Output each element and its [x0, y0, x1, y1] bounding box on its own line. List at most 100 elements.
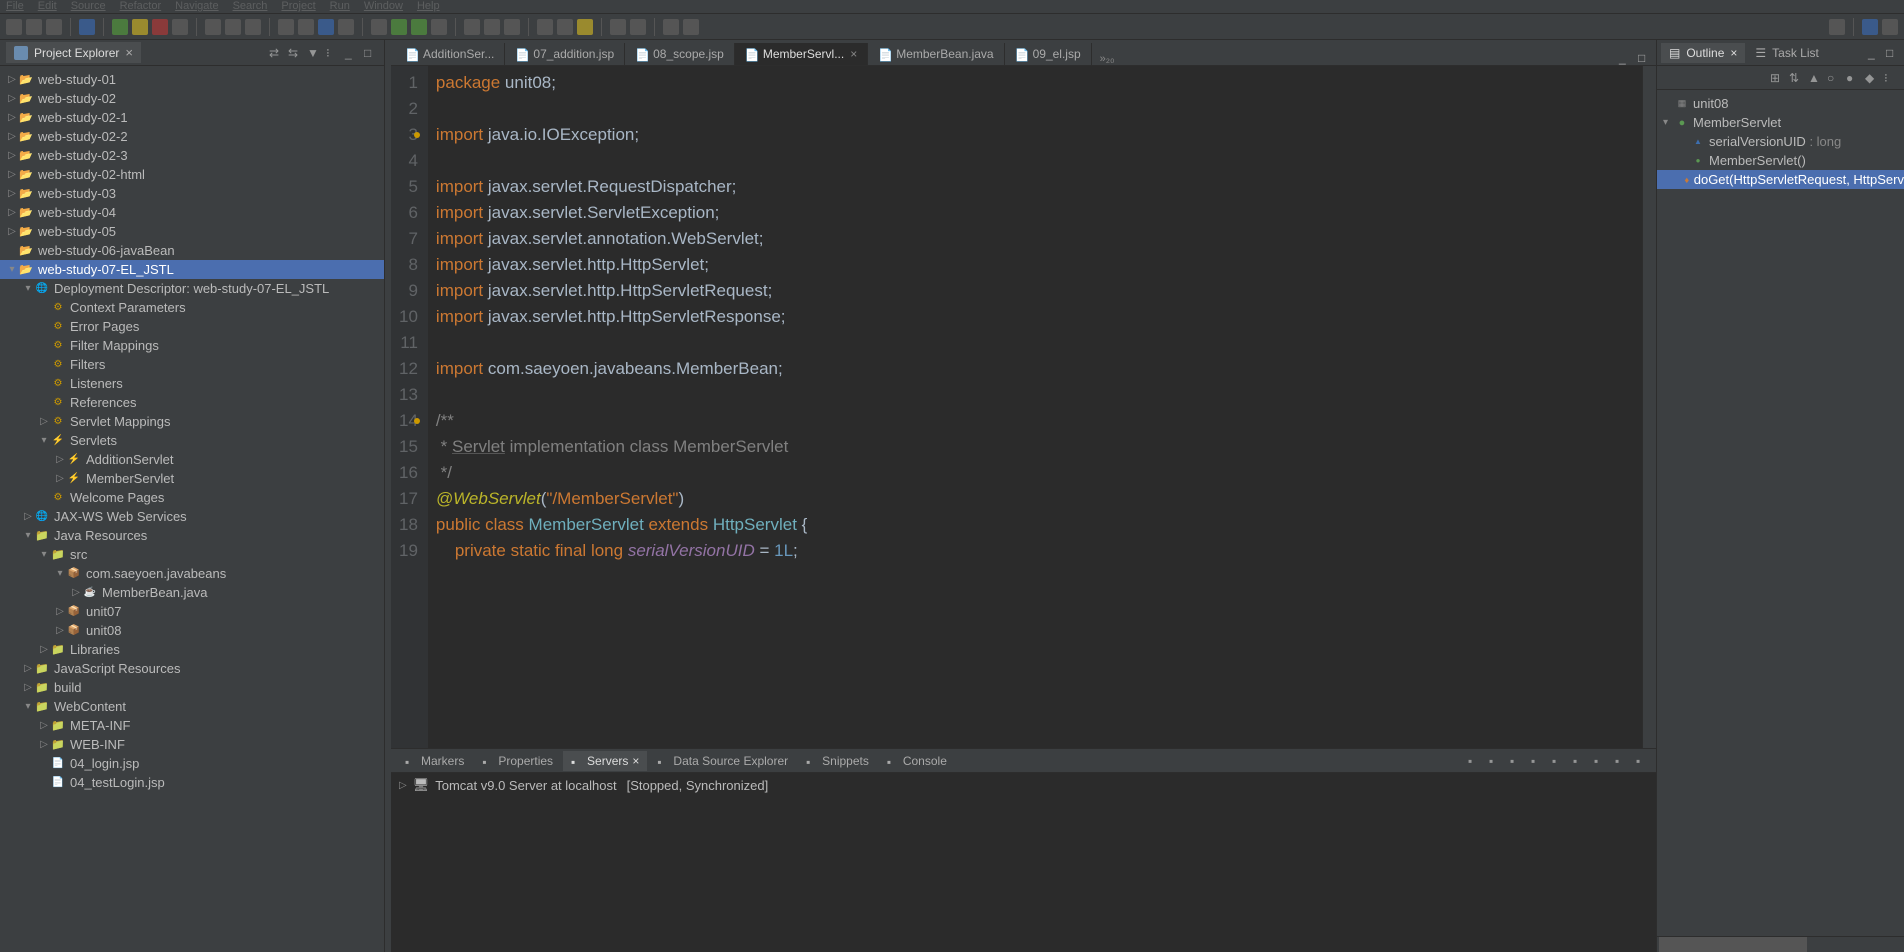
- collapse-all-icon[interactable]: ⇄: [269, 46, 283, 60]
- menu-edit[interactable]: Edit: [38, 0, 57, 13]
- stop-icon[interactable]: [152, 19, 168, 35]
- expand-icon[interactable]: ▷: [70, 587, 82, 598]
- view-menu-icon[interactable]: ⁝: [1884, 71, 1898, 85]
- minimize-icon[interactable]: _: [345, 46, 359, 60]
- menu-run[interactable]: Run: [330, 0, 350, 13]
- expand-icon[interactable]: ▾: [22, 530, 34, 541]
- expand-icon[interactable]: ▾: [22, 283, 34, 294]
- tree-item[interactable]: ▷web-study-02-1: [0, 108, 384, 127]
- debug-icon[interactable]: ▪: [1531, 754, 1545, 768]
- expand-icon[interactable]: ▷: [54, 606, 66, 617]
- outline-tree[interactable]: unit08▾MemberServletserialVersionUID : l…: [1657, 90, 1904, 936]
- menu-navigate[interactable]: Navigate: [175, 0, 218, 13]
- tree-item[interactable]: ▷JAX-WS Web Services: [0, 507, 384, 526]
- code-line[interactable]: package unit08;: [436, 70, 1634, 96]
- hide-static-icon[interactable]: ○: [1827, 71, 1841, 85]
- hide-fields-icon[interactable]: ▲: [1808, 71, 1822, 85]
- new-package-icon[interactable]: [464, 19, 480, 35]
- tool-icon[interactable]: [577, 19, 593, 35]
- outline-hscrollbar[interactable]: [1657, 936, 1904, 952]
- outline-item[interactable]: doGet(HttpServletRequest, HttpServ: [1657, 170, 1904, 189]
- code-line[interactable]: [436, 330, 1634, 356]
- tree-item[interactable]: ▷META-INF: [0, 716, 384, 735]
- expand-icon[interactable]: ▷: [6, 150, 18, 161]
- code-line[interactable]: @WebServlet("/MemberServlet"): [436, 486, 1634, 512]
- menu-source[interactable]: Source: [71, 0, 106, 13]
- bookmark-icon[interactable]: [630, 19, 646, 35]
- project-explorer-tab[interactable]: Project Explorer ×: [6, 42, 141, 63]
- save-all-icon[interactable]: [46, 19, 62, 35]
- editor-tab[interactable]: 📄MemberBean.java: [868, 43, 1004, 65]
- expand-icon[interactable]: ▷: [38, 720, 50, 731]
- tree-item[interactable]: ▷unit08: [0, 621, 384, 640]
- fold-marker-icon[interactable]: [414, 418, 420, 424]
- tree-item[interactable]: ▷JavaScript Resources: [0, 659, 384, 678]
- tree-item[interactable]: ▾Servlets: [0, 431, 384, 450]
- coverage-icon[interactable]: [431, 19, 447, 35]
- server-entry[interactable]: ▷ 🖥 Tomcat v9.0 Server at localhost [Sto…: [399, 777, 1648, 793]
- menu-file[interactable]: File: [6, 0, 24, 13]
- minimize-icon[interactable]: ▪: [1615, 754, 1629, 768]
- tree-item[interactable]: ▾src: [0, 545, 384, 564]
- code-line[interactable]: import java.io.IOException;: [436, 122, 1634, 148]
- bottom-tab-data-source-explorer[interactable]: ▪Data Source Explorer: [649, 751, 796, 771]
- overview-ruler[interactable]: [1642, 66, 1656, 748]
- expand-icon[interactable]: ▷: [54, 454, 66, 465]
- close-icon[interactable]: ×: [632, 754, 639, 768]
- tree-item[interactable]: ▷web-study-03: [0, 184, 384, 203]
- run-config-icon[interactable]: [391, 19, 407, 35]
- expand-icon[interactable]: ▾: [6, 264, 18, 275]
- step-out-icon[interactable]: [245, 19, 261, 35]
- tasklist-tab[interactable]: ☰ Task List: [1747, 43, 1826, 63]
- expand-icon[interactable]: ▷: [6, 169, 18, 180]
- project-tree[interactable]: ▷web-study-01▷web-study-02▷web-study-02-…: [0, 66, 384, 952]
- code-line[interactable]: private static final long serialVersionU…: [436, 538, 1634, 564]
- code-line[interactable]: /**: [436, 408, 1634, 434]
- new-icon[interactable]: [6, 19, 22, 35]
- code-line[interactable]: import javax.servlet.RequestDispatcher;: [436, 174, 1634, 200]
- expand-icon[interactable]: ▷: [54, 625, 66, 636]
- editor-body[interactable]: 12345678910111213141516171819 package un…: [391, 66, 1656, 748]
- minimize-icon[interactable]: _: [1868, 46, 1882, 60]
- menu-search[interactable]: Search: [233, 0, 268, 13]
- tree-item[interactable]: ▾com.saeyoen.javabeans: [0, 564, 384, 583]
- menu-project[interactable]: Project: [281, 0, 315, 13]
- expand-icon[interactable]: ▷: [6, 207, 18, 218]
- code-line[interactable]: import javax.servlet.http.HttpServlet;: [436, 252, 1634, 278]
- search-icon[interactable]: [557, 19, 573, 35]
- menu-window[interactable]: Window: [364, 0, 403, 13]
- tree-item[interactable]: ▷WEB-INF: [0, 735, 384, 754]
- expand-icon[interactable]: ▷: [399, 780, 407, 791]
- tree-item[interactable]: ▾web-study-07-EL_JSTL: [0, 260, 384, 279]
- save-icon[interactable]: [26, 19, 42, 35]
- tree-item[interactable]: ▷Servlet Mappings: [0, 412, 384, 431]
- more-tabs[interactable]: »₂₀: [1100, 53, 1115, 65]
- expand-icon[interactable]: ▷: [22, 682, 34, 693]
- editor-tab[interactable]: 📄AdditionSer...: [395, 43, 505, 65]
- build-icon[interactable]: [278, 19, 294, 35]
- outline-item[interactable]: unit08: [1657, 94, 1904, 113]
- bottom-tab-snippets[interactable]: ▪Snippets: [798, 751, 877, 771]
- filter-icon[interactable]: ▼: [307, 46, 321, 60]
- tree-item[interactable]: 04_testLogin.jsp: [0, 773, 384, 792]
- expand-icon[interactable]: ▷: [6, 93, 18, 104]
- expand-icon[interactable]: ▾: [54, 568, 66, 579]
- code-line[interactable]: import javax.servlet.http.HttpServletRes…: [436, 304, 1634, 330]
- expand-icon[interactable]: ▷: [6, 226, 18, 237]
- sort-icon[interactable]: ⇅: [1789, 71, 1803, 85]
- tree-item[interactable]: ▷Libraries: [0, 640, 384, 659]
- minimize-icon[interactable]: _: [1619, 51, 1633, 65]
- view-menu-icon[interactable]: ⁝: [326, 46, 340, 60]
- stop-server-icon[interactable]: ▪: [1552, 754, 1566, 768]
- fold-marker-icon[interactable]: [414, 132, 420, 138]
- bottom-tab-servers[interactable]: ▪Servers×: [563, 751, 647, 771]
- bottom-tab-console[interactable]: ▪Console: [879, 751, 955, 771]
- pause-icon[interactable]: [132, 19, 148, 35]
- expand-icon[interactable]: ▾: [38, 549, 50, 560]
- run-on-server-icon[interactable]: [411, 19, 427, 35]
- tree-item[interactable]: Listeners: [0, 374, 384, 393]
- maximize-icon[interactable]: □: [1638, 51, 1652, 65]
- hide-local-icon[interactable]: ◆: [1865, 71, 1879, 85]
- expand-icon[interactable]: ▾: [1663, 117, 1675, 128]
- link-editor-icon[interactable]: ⇆: [288, 46, 302, 60]
